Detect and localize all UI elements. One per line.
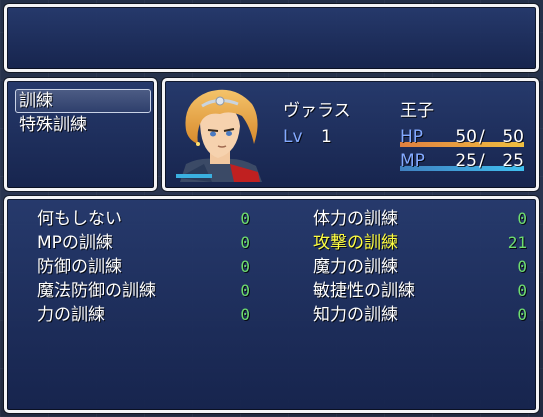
hp-max: 50 [502, 127, 524, 147]
level-label: Lv [283, 127, 303, 147]
mp-label: MP [400, 151, 425, 171]
training-value-magic-defense: 0 [240, 281, 250, 300]
training-value-agility: 0 [517, 281, 527, 300]
mp-max: 25 [502, 151, 524, 171]
training-item-magic-defense[interactable]: 魔法防御の訓練 [37, 280, 156, 302]
actor-name: ヴァラス [283, 101, 351, 121]
training-item-agility[interactable]: 敏捷性の訓練 [313, 280, 415, 302]
training-item-attack[interactable]: 攻撃の訓練 [313, 232, 398, 254]
hp-current: 50 [455, 127, 477, 147]
mp-slash: / [479, 151, 485, 171]
actor-status-window: ヴァラス 王子 Lv 1 HP 50 / 50 MP 25 / 25 [162, 78, 539, 191]
training-item-stamina[interactable]: 体力の訓練 [313, 208, 398, 230]
command-train[interactable]: 訓練 [19, 90, 53, 112]
training-item-mp[interactable]: MPの訓練 [37, 232, 113, 254]
training-item-defense[interactable]: 防御の訓練 [37, 256, 122, 278]
training-value-magic: 0 [517, 257, 527, 276]
help-window [4, 4, 539, 72]
hp-label: HP [400, 127, 424, 147]
mp-current: 25 [455, 151, 477, 171]
training-value-defense: 0 [240, 257, 250, 276]
training-value-nothing: 0 [240, 209, 250, 228]
command-window: 訓練 特殊訓練 [4, 78, 157, 191]
training-item-intelligence[interactable]: 知力の訓練 [313, 304, 398, 326]
training-item-nothing[interactable]: 何もしない [37, 208, 122, 230]
training-value-attack: 21 [507, 233, 527, 252]
actor-level: 1 [321, 127, 332, 147]
training-item-strength[interactable]: 力の訓練 [37, 304, 105, 326]
training-item-magic[interactable]: 魔力の訓練 [313, 256, 398, 278]
training-value-stamina: 0 [517, 209, 527, 228]
training-list-window: 何もしない 0 MPの訓練 0 防御の訓練 0 魔法防御の訓練 0 力の訓練 0… [4, 196, 539, 413]
training-value-intelligence: 0 [517, 305, 527, 324]
hp-slash: / [479, 127, 485, 147]
training-value-strength: 0 [240, 305, 250, 324]
actor-class: 王子 [400, 101, 434, 121]
command-special-train[interactable]: 特殊訓練 [19, 114, 87, 136]
actor-face-portrait [176, 89, 262, 182]
training-value-mp: 0 [240, 233, 250, 252]
